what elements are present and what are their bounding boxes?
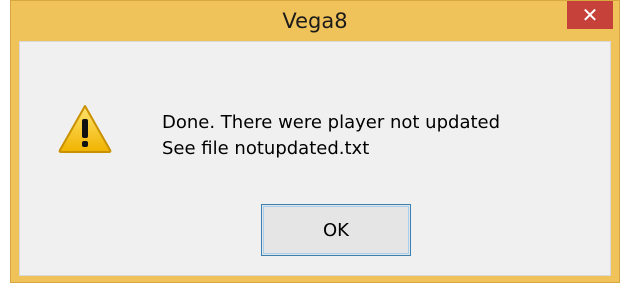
window-title: Vega8 xyxy=(282,9,348,33)
ok-button-label: OK xyxy=(323,219,349,241)
close-icon: ✕ xyxy=(581,3,599,27)
message-text: Done. There were player not updated See … xyxy=(162,110,500,162)
ok-button[interactable]: OK xyxy=(261,204,411,256)
close-button[interactable]: ✕ xyxy=(567,1,613,29)
message-line-2: See file notupdated.txt xyxy=(162,138,370,159)
message-line-1: Done. There were player not updated xyxy=(162,112,501,133)
dialog-body: Done. There were player not updated See … xyxy=(19,41,611,276)
warning-icon xyxy=(58,105,112,153)
title-bar[interactable]: Vega8 ✕ xyxy=(11,1,619,41)
dialog-window: Vega8 ✕ Done. There were player not upda… xyxy=(10,0,620,283)
